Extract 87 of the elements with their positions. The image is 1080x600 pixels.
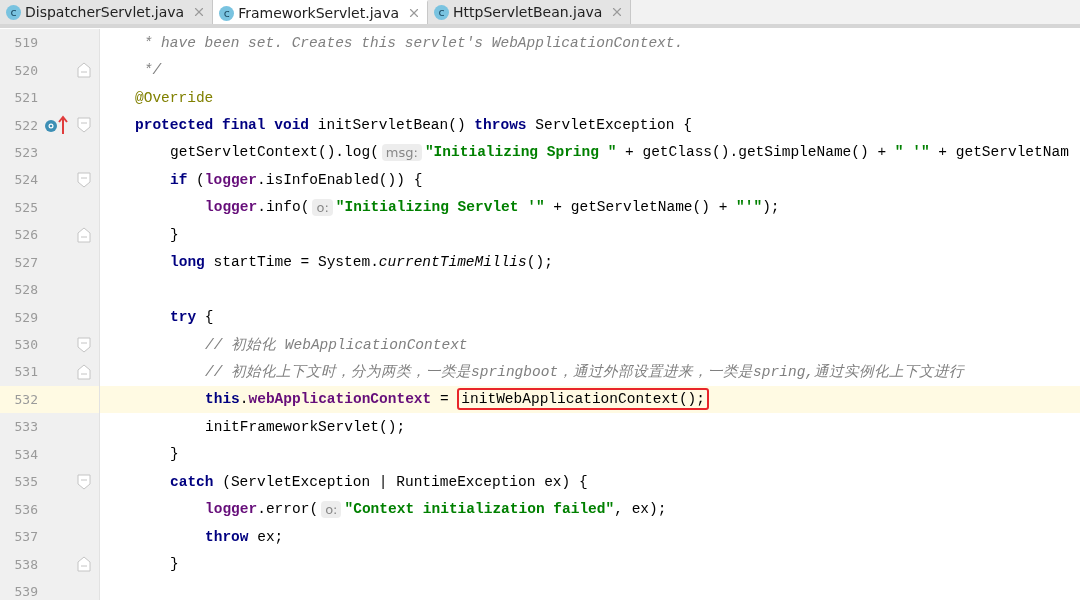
code-text: + getClass().getSimpleName() + bbox=[624, 144, 888, 161]
fold-icon[interactable] bbox=[77, 556, 91, 573]
code-text: ex; bbox=[256, 528, 284, 545]
code-text: + getServletNam bbox=[937, 144, 1069, 161]
line-number: 534 bbox=[13, 446, 38, 462]
code-text: ( bbox=[195, 171, 205, 188]
code-text: , ex); bbox=[614, 501, 667, 518]
line-number: 536 bbox=[13, 501, 38, 517]
string-literal: "Initializing Spring " bbox=[424, 144, 617, 161]
line-number: 521 bbox=[13, 90, 38, 106]
parameter-hint: msg: bbox=[381, 143, 422, 161]
code-text: } bbox=[170, 226, 179, 243]
code-text: ServletException { bbox=[534, 117, 692, 134]
string-literal: "Context initialization failed" bbox=[344, 501, 615, 518]
code-text: = bbox=[438, 391, 450, 408]
code-text: initFrameworkServlet(); bbox=[205, 418, 406, 435]
code-text: (); bbox=[526, 254, 553, 271]
method-name: currentTimeMillis bbox=[378, 254, 527, 271]
code-comment: // 初始化 WebApplicationContext bbox=[205, 336, 468, 355]
code-text: initServletBean() bbox=[316, 117, 467, 134]
field-name: logger bbox=[205, 199, 258, 216]
line-number: 525 bbox=[13, 199, 38, 215]
annotation-text: @Override bbox=[135, 89, 214, 106]
code-text: { bbox=[203, 309, 214, 326]
line-number: 523 bbox=[13, 144, 38, 160]
fold-icon[interactable] bbox=[77, 62, 91, 79]
fold-icon[interactable] bbox=[77, 363, 91, 380]
file-tab[interactable]: c FrameworkServlet.java bbox=[213, 0, 428, 24]
code-text: getServletContext().log( bbox=[170, 144, 379, 161]
highlighted-code: initWebApplicationContext(); bbox=[457, 388, 709, 411]
fold-icon[interactable] bbox=[77, 473, 91, 490]
fold-icon[interactable] bbox=[77, 117, 91, 134]
keyword-text: throw bbox=[205, 528, 249, 545]
field-name: webApplicationContext bbox=[248, 391, 432, 408]
line-number: 522 bbox=[13, 117, 38, 133]
code-text: startTime = System. bbox=[212, 254, 379, 271]
line-number: 519 bbox=[13, 35, 38, 51]
line-number: 537 bbox=[13, 529, 38, 545]
keyword-text: protected final void bbox=[135, 117, 310, 134]
line-number: 527 bbox=[13, 254, 38, 270]
fold-icon[interactable] bbox=[77, 336, 91, 353]
keyword-text: long bbox=[170, 254, 205, 271]
code-text: (ServletException | RuntimeException ex) { bbox=[221, 473, 588, 490]
keyword-text: try bbox=[170, 309, 197, 326]
code-text: . bbox=[239, 391, 249, 408]
line-number: 530 bbox=[13, 337, 38, 353]
overrides-method-icon[interactable] bbox=[44, 115, 68, 136]
line-number: 533 bbox=[13, 419, 38, 435]
code-text: .info( bbox=[257, 199, 310, 216]
parameter-hint: o: bbox=[312, 198, 333, 216]
keyword-text: this bbox=[205, 391, 240, 408]
field-name: logger bbox=[205, 501, 258, 518]
line-number: 524 bbox=[13, 172, 38, 188]
close-icon[interactable] bbox=[407, 6, 421, 20]
code-comment: // 初始化上下文时，分为两类，一类是springboot，通过外部设置进来，一类是spring,通过实例化上下文进行 bbox=[205, 363, 965, 382]
line-number: 526 bbox=[13, 227, 38, 243]
file-tab[interactable]: c HttpServletBean.java bbox=[428, 0, 632, 24]
line-number: 520 bbox=[13, 62, 38, 78]
line-number: 532 bbox=[13, 391, 38, 407]
class-badge: c bbox=[219, 5, 235, 21]
class-badge: c bbox=[434, 4, 449, 20]
line-number: 539 bbox=[13, 583, 38, 599]
code-text: ); bbox=[762, 199, 780, 216]
string-literal: "'" bbox=[736, 199, 763, 216]
code-text: } bbox=[170, 556, 179, 573]
code-comment: * have been set. Creates this servlet's WebApplicationContext. bbox=[142, 34, 684, 51]
line-number: 531 bbox=[13, 364, 38, 380]
string-literal: "Initializing Servlet '" bbox=[335, 199, 545, 216]
line-number: 529 bbox=[13, 309, 38, 325]
line-number: 528 bbox=[13, 282, 38, 298]
code-text: } bbox=[170, 446, 179, 463]
code-text: .isInfoEnabled()) { bbox=[257, 171, 423, 188]
keyword-text: throws bbox=[474, 117, 527, 134]
line-number: 535 bbox=[13, 474, 38, 490]
fold-icon[interactable] bbox=[77, 171, 91, 188]
field-name: logger bbox=[204, 171, 258, 188]
keyword-text: if bbox=[170, 171, 188, 188]
class-badge: c bbox=[6, 4, 21, 20]
string-literal: " '" bbox=[894, 144, 930, 161]
file-tab[interactable]: c DispatcherServlet.java bbox=[0, 0, 214, 24]
code-comment: */ bbox=[142, 62, 162, 79]
keyword-text: catch bbox=[170, 473, 214, 490]
code-text: + getServletName() + bbox=[552, 199, 729, 216]
code-text: .error( bbox=[257, 501, 319, 518]
line-number: 538 bbox=[13, 556, 38, 572]
parameter-hint: o: bbox=[321, 500, 342, 518]
fold-icon[interactable] bbox=[77, 226, 91, 243]
